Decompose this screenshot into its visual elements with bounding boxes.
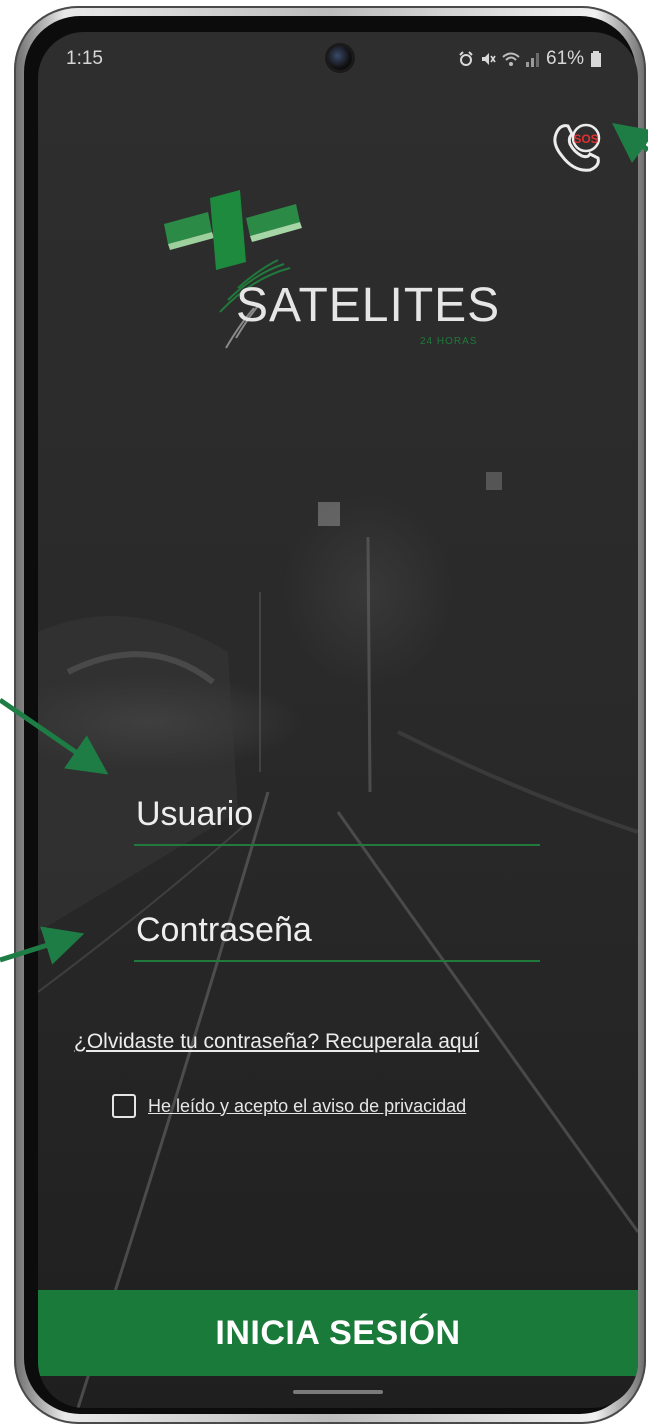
forgot-password-link[interactable]: ¿Olvidaste tu contraseña? Recuperala aqu…	[74, 1030, 479, 1054]
privacy-consent: He leído y acepto el aviso de privacidad	[112, 1094, 466, 1118]
privacy-link[interactable]: He leído y acepto el aviso de privacidad	[148, 1096, 466, 1117]
app-screen: 1:15 61% SOS SATELITES 24 HORAS Usuario …	[38, 32, 638, 1408]
sos-button[interactable]: SOS	[546, 116, 606, 176]
privacy-checkbox[interactable]	[112, 1094, 136, 1118]
username-field[interactable]: Usuario	[134, 782, 540, 846]
battery-percent: 61%	[546, 48, 585, 69]
sos-phone-icon: SOS	[553, 123, 601, 172]
mute-icon	[482, 53, 496, 65]
status-bar: 1:15 61%	[38, 32, 638, 82]
password-placeholder: Contraseña	[136, 911, 312, 949]
alarm-icon	[459, 51, 473, 66]
status-time: 1:15	[66, 48, 103, 69]
front-camera	[328, 46, 352, 70]
username-placeholder: Usuario	[136, 795, 254, 833]
signal-icon	[526, 53, 539, 67]
sos-label: SOS	[573, 132, 598, 146]
login-button[interactable]: INICIA SESIÓN	[38, 1290, 638, 1376]
battery-icon	[591, 51, 602, 67]
brand-tagline: 24 HORAS	[420, 336, 478, 347]
status-icons: 61%	[458, 48, 602, 70]
brand-name: SATELITES	[236, 279, 501, 332]
password-field[interactable]: Contraseña	[134, 898, 540, 962]
home-indicator	[293, 1390, 383, 1394]
wifi-icon	[502, 52, 520, 66]
